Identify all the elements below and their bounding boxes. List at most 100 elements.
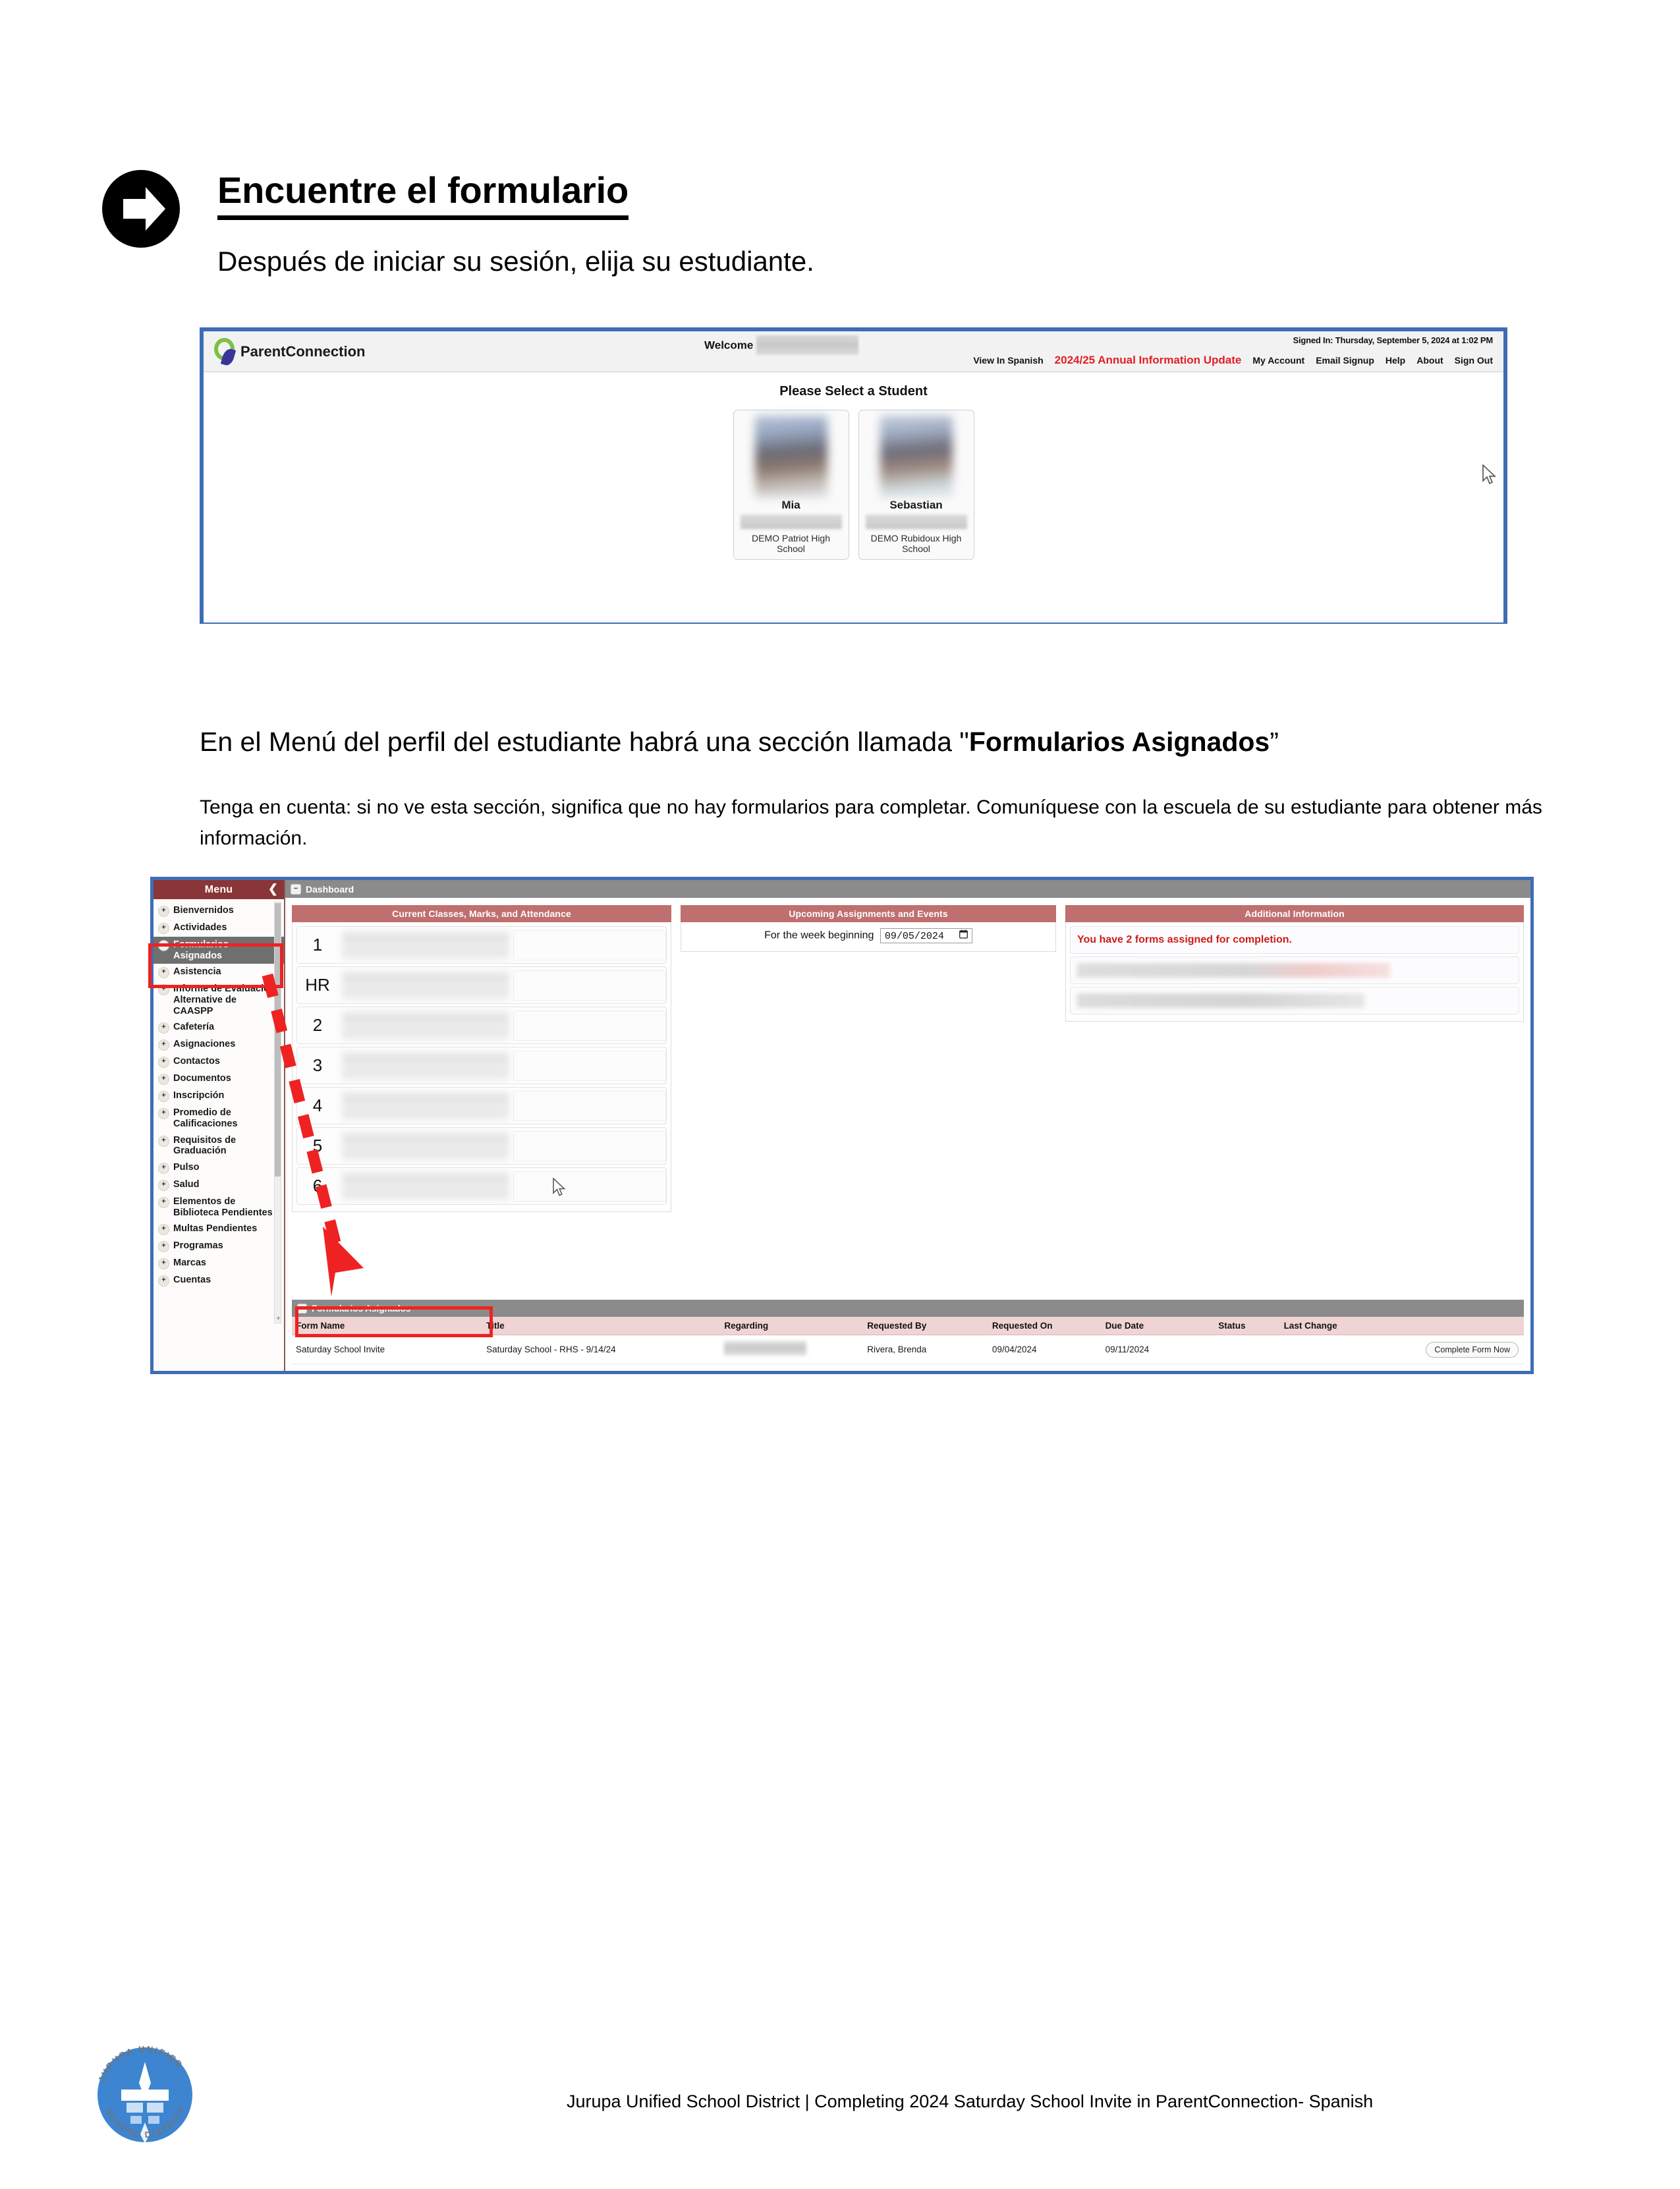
period-number: 3 bbox=[312, 1055, 323, 1075]
nav-link-view-in-spanish[interactable]: View In Spanish bbox=[973, 355, 1043, 366]
parentconnection-logo: ParentConnection bbox=[213, 337, 366, 367]
sidebar-item-label: Actividades bbox=[173, 922, 227, 933]
class-period-row[interactable]: 5 bbox=[296, 1127, 667, 1165]
period-number: 4 bbox=[312, 1095, 323, 1115]
plus-icon[interactable]: + bbox=[158, 1057, 169, 1068]
panel-title-classes: Current Classes, Marks, and Attendance bbox=[292, 905, 671, 922]
period-marks-cell bbox=[513, 1130, 666, 1161]
plus-icon[interactable]: + bbox=[158, 1022, 169, 1034]
cell-requested-on: 09/04/2024 bbox=[988, 1335, 1102, 1364]
redacted-class-info bbox=[342, 1051, 509, 1080]
sidebar-item-cafeter-a[interactable]: + Cafetería bbox=[154, 1019, 284, 1036]
redacted-class-info bbox=[342, 1091, 509, 1121]
class-period-row[interactable]: 3 bbox=[296, 1047, 667, 1084]
student-name: Mia bbox=[781, 499, 800, 511]
nav-link-sign-out[interactable]: Sign Out bbox=[1455, 355, 1493, 366]
sidebar-item-label: Informe de Evaluación Alternative de CAA… bbox=[173, 984, 275, 1016]
dashboard-columns: Current Classes, Marks, and Attendance 1… bbox=[285, 898, 1530, 1212]
additional-info-row[interactable] bbox=[1070, 987, 1519, 1014]
sidebar-item-label: Contactos bbox=[173, 1056, 220, 1067]
sidebar-item-salud[interactable]: + Salud bbox=[154, 1177, 284, 1194]
sidebar-item-contactos[interactable]: + Contactos bbox=[154, 1053, 284, 1070]
sidebar-item-label: Cafetería bbox=[173, 1022, 215, 1033]
footer-text: Jurupa Unified School District | Complet… bbox=[567, 2092, 1374, 2111]
plus-icon[interactable]: + bbox=[158, 1108, 169, 1120]
student-card-mia[interactable]: Mia DEMO Patriot High School bbox=[733, 410, 849, 560]
sidebar-item-asignaciones[interactable]: + Asignaciones bbox=[154, 1036, 284, 1053]
select-student-heading: Please Select a Student bbox=[779, 384, 928, 399]
table-row: Saturday School Invite Saturday School - … bbox=[292, 1335, 1524, 1364]
sidebar-item-multas-pendientes[interactable]: + Multas Pendientes bbox=[154, 1221, 284, 1238]
class-period-row[interactable]: HR bbox=[296, 966, 667, 1004]
screenshot-dashboard: Menu ❮ + Bienvernidos + Actividades − Formula… bbox=[150, 877, 1534, 1374]
week-selector-row: For the week beginning 09/05/2024 bbox=[681, 922, 1056, 952]
redacted-class-info bbox=[342, 1011, 509, 1040]
sidebar-item-documentos[interactable]: + Documentos bbox=[154, 1070, 284, 1088]
top-nav-links[interactable]: View In Spanish 2024/25 Annual Informati… bbox=[973, 354, 1493, 367]
sidebar-item-inscripci-n[interactable]: + Inscripción bbox=[154, 1088, 284, 1105]
mid-lead-prefix: En el Menú del perfil del estudiante hab… bbox=[200, 727, 969, 757]
student-card-sebastian[interactable]: Sebastian DEMO Rubidoux High School bbox=[858, 410, 974, 560]
plus-icon[interactable]: + bbox=[158, 1258, 169, 1270]
plus-icon[interactable]: + bbox=[158, 1135, 169, 1147]
screenshot-student-selection: ParentConnection Welcome Signed In: Thur… bbox=[200, 327, 1507, 624]
nav-link-annual-info-update[interactable]: 2024/25 Annual Information Update bbox=[1055, 354, 1242, 367]
sidebar-item-marcas[interactable]: + Marcas bbox=[154, 1255, 284, 1272]
panel-upcoming: Upcoming Assignments and Events For the … bbox=[681, 905, 1056, 1212]
sidebar-item-promedio-de-calificaciones[interactable]: + Promedio de Calificaciones bbox=[154, 1105, 284, 1132]
plus-icon[interactable]: + bbox=[158, 906, 169, 917]
additional-info-body: You have 2 forms assigned for completion… bbox=[1065, 922, 1524, 1022]
additional-info-row[interactable] bbox=[1070, 956, 1519, 984]
redacted-info-line bbox=[1077, 993, 1364, 1008]
sidebar-item-label: Marcas bbox=[173, 1258, 206, 1269]
forms-alert-row[interactable]: You have 2 forms assigned for completion… bbox=[1070, 926, 1519, 954]
week-date-input[interactable]: 09/05/2024 bbox=[880, 928, 972, 943]
brand-name: ParentConnection bbox=[240, 343, 366, 360]
complete-form-now-button[interactable]: Complete Form Now bbox=[1426, 1341, 1519, 1358]
calendar-icon[interactable] bbox=[959, 929, 968, 942]
district-logo: JURUPA UNIFIED SCHOOL DISTRICT bbox=[86, 2036, 204, 2154]
highlight-box-menu-item bbox=[148, 943, 283, 988]
signed-in-timestamp: Signed In: Thursday, September 5, 2024 a… bbox=[1293, 335, 1493, 345]
mouse-cursor-icon bbox=[552, 1177, 568, 1202]
table-column-header: Requested On bbox=[988, 1317, 1102, 1335]
scroll-down-arrow-icon[interactable]: ▼ bbox=[275, 1316, 281, 1321]
panel-title-upcoming: Upcoming Assignments and Events bbox=[681, 905, 1056, 922]
class-period-row[interactable]: 6 bbox=[296, 1167, 667, 1205]
collapse-toggle-icon[interactable]: − bbox=[291, 883, 301, 895]
sidebar-title: Menu bbox=[204, 883, 233, 895]
plus-icon[interactable]: + bbox=[158, 1163, 169, 1175]
period-marks-cell bbox=[513, 1171, 666, 1202]
plus-icon[interactable]: + bbox=[158, 1224, 169, 1236]
plus-icon[interactable]: + bbox=[158, 1197, 169, 1209]
plus-icon[interactable]: + bbox=[158, 1241, 169, 1253]
sidebar-item-programas[interactable]: + Programas bbox=[154, 1238, 284, 1255]
nav-link-about[interactable]: About bbox=[1416, 355, 1443, 366]
q-logo-icon bbox=[213, 337, 239, 367]
chevron-left-icon[interactable]: ❮ bbox=[268, 882, 278, 896]
sidebar-item-elementos-de-biblioteca-pendientes[interactable]: + Elementos de Biblioteca Pendientes bbox=[154, 1194, 284, 1221]
nav-link-help[interactable]: Help bbox=[1386, 355, 1405, 366]
cell-regarding bbox=[720, 1335, 864, 1364]
plus-icon[interactable]: + bbox=[158, 1074, 169, 1086]
cell-form-name: Saturday School Invite bbox=[292, 1335, 483, 1364]
class-period-row[interactable]: 1 bbox=[296, 926, 667, 964]
sidebar-item-cuentas[interactable]: + Cuentas bbox=[154, 1272, 284, 1289]
sidebar-item-actividades[interactable]: + Actividades bbox=[154, 920, 284, 937]
plus-icon[interactable]: + bbox=[158, 1275, 169, 1287]
plus-icon[interactable]: + bbox=[158, 923, 169, 934]
sidebar-item-bienvernidos[interactable]: + Bienvernidos bbox=[154, 902, 284, 920]
period-number: HR bbox=[305, 975, 330, 995]
plus-icon[interactable]: + bbox=[158, 1091, 169, 1103]
sidebar-item-requisitos-de-graduaci-n[interactable]: + Requisitos de Graduación bbox=[154, 1132, 284, 1159]
class-period-row[interactable]: 4 bbox=[296, 1087, 667, 1124]
dashboard-section-bar: − Dashboard bbox=[285, 880, 1530, 898]
plus-icon[interactable]: + bbox=[158, 1039, 169, 1051]
plus-icon[interactable]: + bbox=[158, 1180, 169, 1192]
sidebar-item-label: Documentos bbox=[173, 1073, 231, 1084]
nav-link-email-signup[interactable]: Email Signup bbox=[1316, 355, 1374, 366]
sidebar-item-pulso[interactable]: + Pulso bbox=[154, 1159, 284, 1177]
sidebar-item-label: Pulso bbox=[173, 1162, 200, 1173]
nav-link-my-account[interactable]: My Account bbox=[1252, 355, 1304, 366]
class-period-row[interactable]: 2 bbox=[296, 1007, 667, 1044]
